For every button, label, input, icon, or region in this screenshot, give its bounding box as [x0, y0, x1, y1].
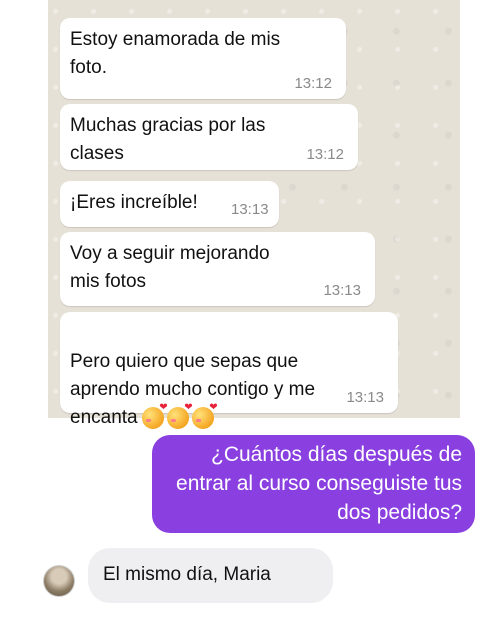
smiling-face-with-hearts-icon: [191, 403, 218, 429]
whatsapp-message: Estoy enamorada de mis foto. 13:12: [60, 18, 346, 99]
message-text: Pero quiero que sepas que aprendo mucho …: [70, 320, 315, 432]
message-time: 13:12: [306, 146, 344, 163]
outgoing-dm-text: ¿Cuántos días después de entrar al curso…: [176, 443, 462, 524]
message-time: 13:13: [231, 201, 269, 218]
message-text: Muchas gracias por las clases: [70, 115, 266, 164]
emoji-group: [141, 403, 218, 429]
message-time: 13:12: [294, 75, 332, 92]
whatsapp-chat-panel: Estoy enamorada de mis foto. 13:12 Mucha…: [48, 0, 460, 429]
user-avatar-icon[interactable]: [44, 566, 74, 596]
message-text: ¡Eres increíble!: [70, 192, 198, 213]
whatsapp-message: Pero quiero que sepas que aprendo mucho …: [60, 312, 398, 429]
whatsapp-message: ¡Eres increíble! 13:13: [60, 181, 279, 227]
whatsapp-message: Voy a seguir mejorando mis fotos 13:13: [60, 232, 375, 306]
smiling-face-with-hearts-icon: [166, 403, 193, 429]
outgoing-dm-bubble[interactable]: ¿Cuántos días después de entrar al curso…: [152, 435, 475, 533]
smiling-face-with-hearts-icon: [141, 403, 168, 429]
incoming-dm-bubble[interactable]: El mismo día, Maria: [88, 548, 333, 603]
whatsapp-message: Muchas gracias por las clases 13:12: [60, 104, 358, 170]
message-text: Estoy enamorada de mis foto.: [70, 29, 281, 78]
message-text: Voy a seguir mejorando mis fotos: [70, 243, 270, 292]
message-time: 13:13: [346, 389, 384, 406]
incoming-dm-text: El mismo día, Maria: [103, 564, 271, 585]
message-time: 13:13: [323, 282, 361, 299]
